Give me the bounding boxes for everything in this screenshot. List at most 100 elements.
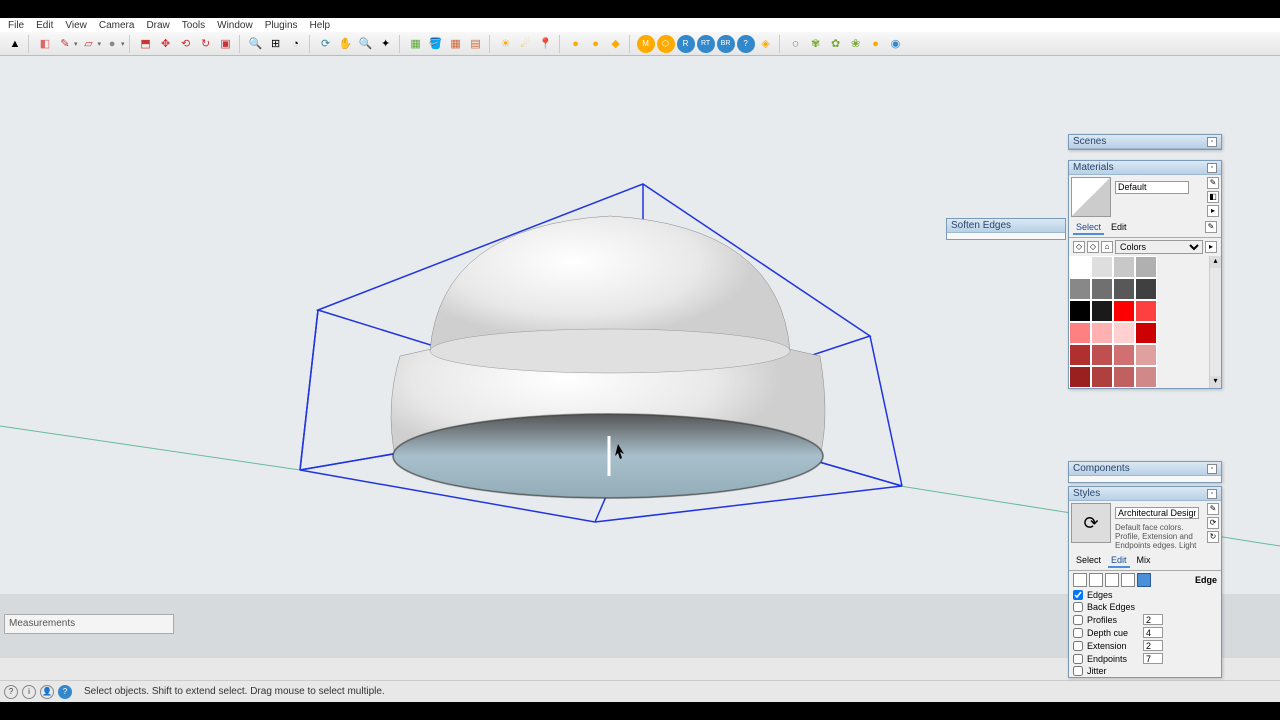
edge-settings-icon[interactable]: [1073, 573, 1087, 587]
render-m-icon[interactable]: M: [637, 35, 655, 53]
orbit-tool[interactable]: ⟳: [317, 35, 335, 53]
color-swatch[interactable]: [1091, 322, 1113, 344]
scenes-toggle-icon[interactable]: ▫: [1207, 137, 1217, 147]
material-thumbnail[interactable]: [1071, 177, 1111, 217]
select-tool[interactable]: ▲: [6, 35, 24, 53]
materials-edit-tab[interactable]: Edit: [1108, 221, 1130, 235]
render-br-icon[interactable]: BR: [717, 35, 735, 53]
styles-panel[interactable]: Styles ▫ ⟳ Default face colors. Profile,…: [1068, 486, 1222, 678]
3d-warehouse-button[interactable]: ▦: [447, 35, 465, 53]
eyedropper-button[interactable]: ✎: [1205, 221, 1217, 233]
background-settings-icon[interactable]: [1105, 573, 1119, 587]
menu-file[interactable]: File: [2, 20, 30, 31]
edges-checkbox[interactable]: [1073, 590, 1083, 600]
color-swatch[interactable]: [1069, 278, 1091, 300]
default-material-button[interactable]: ◧: [1207, 191, 1219, 203]
components-toggle-icon[interactable]: ▫: [1207, 464, 1217, 474]
materials-panel[interactable]: Materials ▫ ✎ ◧ ▸ Select Edit ✎ ◇ ◇ ⌂: [1068, 160, 1222, 389]
follow-me-tool[interactable]: ↻: [197, 35, 215, 53]
ext-icon-3[interactable]: ✿: [827, 35, 845, 53]
sample-paint-button[interactable]: ▸: [1207, 205, 1219, 217]
pan-tool[interactable]: ✋: [337, 35, 355, 53]
profiles-value[interactable]: [1143, 614, 1163, 625]
render-o-icon[interactable]: ⬡: [657, 35, 675, 53]
rotate-tool[interactable]: ⟲: [177, 35, 195, 53]
materials-toggle-icon[interactable]: ▫: [1207, 163, 1217, 173]
soften-edges-panel[interactable]: Soften Edges: [946, 218, 1066, 240]
color-swatch[interactable]: [1113, 256, 1135, 278]
style-thumbnail[interactable]: ⟳: [1071, 503, 1111, 543]
styles-toggle-icon[interactable]: ▫: [1207, 489, 1217, 499]
endpoints-checkbox[interactable]: [1073, 654, 1083, 664]
menu-view[interactable]: View: [59, 20, 93, 31]
style-new-button[interactable]: ✎: [1207, 503, 1219, 515]
materials-back-button[interactable]: ◇: [1073, 241, 1085, 253]
materials-forward-button[interactable]: ◇: [1087, 241, 1099, 253]
ext-icon-2[interactable]: ✾: [807, 35, 825, 53]
color-swatch[interactable]: [1113, 366, 1135, 388]
styles-select-tab[interactable]: Select: [1073, 554, 1104, 568]
zoom-tool[interactable]: 🔍: [357, 35, 375, 53]
move-tool[interactable]: ✥: [157, 35, 175, 53]
materials-home-button[interactable]: ⌂: [1101, 241, 1113, 253]
color-swatch[interactable]: [1113, 322, 1135, 344]
scroll-up-icon[interactable]: ▴: [1210, 256, 1221, 268]
endpoints-value[interactable]: [1143, 653, 1163, 664]
circle-tool[interactable]: ●: [103, 35, 121, 53]
depth-cue-checkbox[interactable]: [1073, 628, 1083, 638]
style-update-button[interactable]: ⟳: [1207, 517, 1219, 529]
plugin-icon-2[interactable]: ●: [587, 35, 605, 53]
color-swatch[interactable]: [1135, 300, 1157, 322]
back-edges-checkbox[interactable]: [1073, 602, 1083, 612]
materials-select-tab[interactable]: Select: [1073, 221, 1104, 235]
color-swatch[interactable]: [1069, 256, 1091, 278]
scenes-panel[interactable]: Scenes ▫: [1068, 134, 1222, 150]
color-swatch[interactable]: [1091, 278, 1113, 300]
materials-library-select[interactable]: Colors: [1115, 240, 1203, 254]
watermark-settings-icon[interactable]: [1121, 573, 1135, 587]
menu-window[interactable]: Window: [211, 20, 259, 31]
menu-edit[interactable]: Edit: [30, 20, 59, 31]
eraser-tool[interactable]: ◧: [36, 35, 54, 53]
render-q-icon[interactable]: ?: [737, 35, 755, 53]
scroll-down-icon[interactable]: ▾: [1210, 376, 1221, 388]
shapes-tool[interactable]: ▱: [80, 35, 98, 53]
jitter-checkbox[interactable]: [1073, 666, 1083, 676]
components-button[interactable]: ▦: [407, 35, 425, 53]
modeling-settings-icon[interactable]: [1137, 573, 1151, 587]
pencil-tool[interactable]: ✎: [56, 35, 74, 53]
ext-icon-4[interactable]: ❀: [847, 35, 865, 53]
scale-tool[interactable]: ▣: [217, 35, 235, 53]
color-swatch[interactable]: [1135, 278, 1157, 300]
status-geo-icon[interactable]: ?: [58, 685, 72, 699]
status-info-icon[interactable]: i: [22, 685, 36, 699]
materials-scrollbar[interactable]: ▴ ▾: [1209, 256, 1221, 388]
color-swatch[interactable]: [1113, 278, 1135, 300]
menu-help[interactable]: Help: [304, 20, 337, 31]
components-panel[interactable]: Components ▫: [1068, 461, 1222, 483]
color-swatch[interactable]: [1091, 256, 1113, 278]
color-swatch[interactable]: [1113, 300, 1135, 322]
profiles-checkbox[interactable]: [1073, 615, 1083, 625]
sun-icon[interactable]: ☀: [497, 35, 515, 53]
styles-edit-tab[interactable]: Edit: [1108, 554, 1130, 568]
create-material-button[interactable]: ✎: [1207, 177, 1219, 189]
material-name-input[interactable]: [1115, 181, 1189, 194]
zoom-extents-tool[interactable]: ✦: [377, 35, 395, 53]
styles-mix-tab[interactable]: Mix: [1134, 554, 1154, 568]
materials-details-button[interactable]: ▸: [1205, 241, 1217, 253]
extension-checkbox[interactable]: [1073, 641, 1083, 651]
menu-camera[interactable]: Camera: [93, 20, 141, 31]
menu-plugins[interactable]: Plugins: [259, 20, 304, 31]
menu-tools[interactable]: Tools: [176, 20, 211, 31]
ext-icon-5[interactable]: ●: [867, 35, 885, 53]
render-rt-icon[interactable]: RT: [697, 35, 715, 53]
status-user-icon[interactable]: 👤: [40, 685, 54, 699]
color-swatch[interactable]: [1113, 344, 1135, 366]
plugin-icon-3[interactable]: ◆: [607, 35, 625, 53]
color-swatch[interactable]: [1091, 366, 1113, 388]
paint-bucket-tool[interactable]: 🪣: [427, 35, 445, 53]
color-swatch[interactable]: [1135, 322, 1157, 344]
tape-tool[interactable]: 🔍: [247, 35, 265, 53]
color-swatch[interactable]: [1069, 366, 1091, 388]
